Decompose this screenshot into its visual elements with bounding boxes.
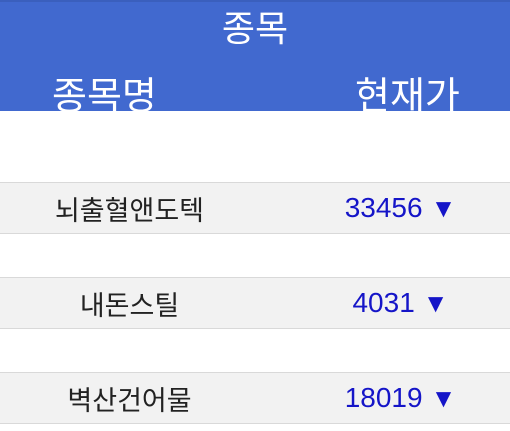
stock-row[interactable]: 내돈스틸 4031 ▼ [0, 277, 510, 329]
column-header-price[interactable]: 현재가 [355, 66, 460, 111]
stock-name: 벽산건어물 [67, 385, 192, 417]
stock-name: 뇌출혈앤도텍 [54, 195, 205, 227]
column-header-name[interactable]: 종목명 [52, 66, 157, 111]
stock-list-screen: 종목 종목명 현재가 뇌출혈앤도텍 33456 ▼ 내돈스틸 4031 ▼ 벽산… [0, 0, 510, 431]
stock-row[interactable]: 뇌출혈앤도텍 33456 ▼ [0, 182, 510, 234]
price-down-icon: ▼ [422, 287, 449, 318]
price-down-icon: ▼ [430, 192, 457, 223]
list-spacer [0, 234, 510, 277]
list-spacer [0, 329, 510, 372]
price-down-icon: ▼ [430, 382, 457, 413]
stock-row[interactable]: 벽산건어물 18019 ▼ [0, 372, 510, 424]
stock-price: 18019 [344, 382, 423, 413]
stock-name: 내돈스틸 [79, 290, 180, 322]
stock-price-cell: 18019 ▼ [255, 373, 510, 423]
stock-price-cell: 4031 ▼ [255, 278, 510, 328]
stock-price: 4031 [352, 287, 415, 318]
header-top-border [0, 0, 510, 2]
table-header: 종목 종목명 현재가 [0, 0, 510, 111]
stock-price: 33456 [344, 192, 423, 223]
stock-price-cell: 33456 ▼ [255, 183, 510, 233]
page-title: 종목 [221, 9, 289, 50]
stock-list: 뇌출혈앤도텍 33456 ▼ 내돈스틸 4031 ▼ 벽산건어물 18019 ▼ [0, 111, 510, 424]
